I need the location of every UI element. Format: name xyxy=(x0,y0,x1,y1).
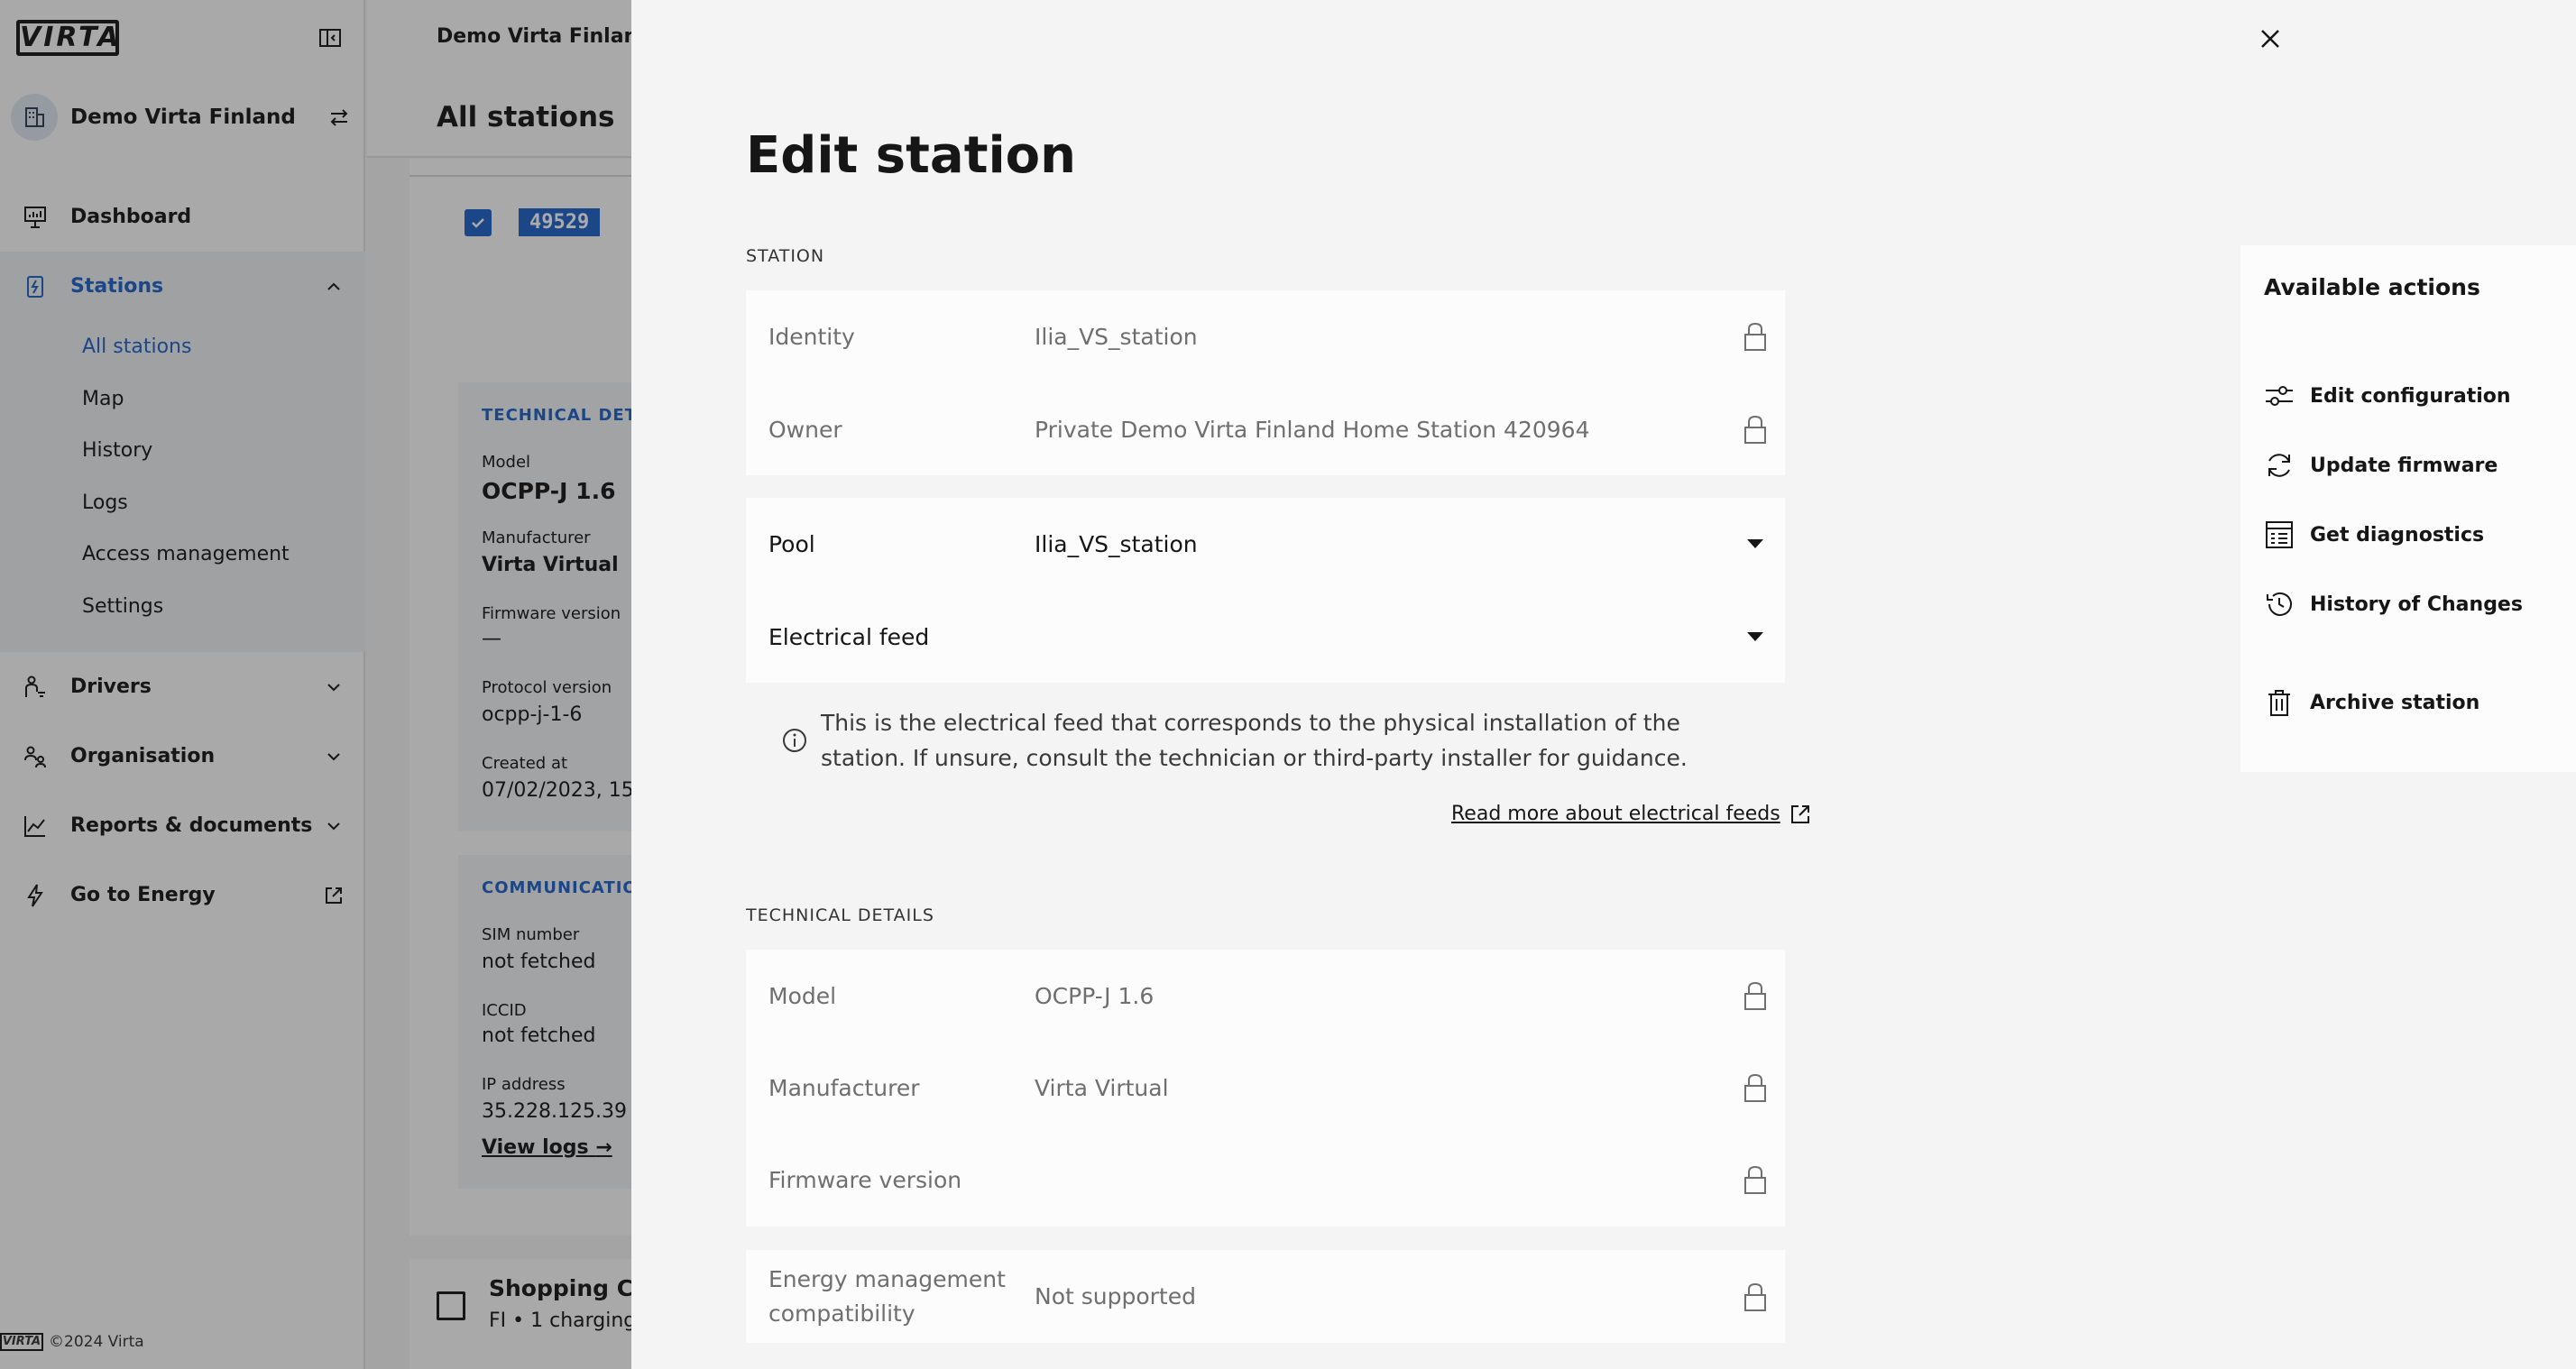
identity-field: Identity Ilia_VS_station xyxy=(746,290,1785,382)
model-field: Model OCPP-J 1.6 xyxy=(746,950,1785,1042)
edit-station-drawer: Edit station STATION Identity Ilia_VS_st… xyxy=(631,0,2576,1369)
available-actions-panel: Available actions Edit configuration Upd… xyxy=(2240,245,2576,772)
edit-configuration-action[interactable]: Edit configuration xyxy=(2264,381,2511,411)
trash-icon xyxy=(2264,687,2295,718)
energy-management-field: Energy management compatibility Not supp… xyxy=(746,1250,1785,1343)
diagnostics-icon xyxy=(2264,519,2295,550)
refresh-icon xyxy=(2264,450,2295,481)
lock-icon xyxy=(1744,981,1766,1010)
station-editable-group: Pool Ilia_VS_station Electrical feed xyxy=(746,498,1785,683)
electrical-feed-select[interactable]: Electrical feed xyxy=(746,591,1785,683)
history-icon xyxy=(2264,589,2295,620)
technical-details-group: Model OCPP-J 1.6 Manufacturer Virta Virt… xyxy=(746,950,1785,1227)
identity-label: Identity xyxy=(768,323,855,350)
pool-select[interactable]: Pool Ilia_VS_station xyxy=(746,498,1785,590)
energy-management-group: Energy management compatibility Not supp… xyxy=(746,1250,1785,1343)
lock-icon xyxy=(1744,322,1766,351)
history-of-changes-action[interactable]: History of Changes xyxy=(2264,589,2523,620)
manufacturer-label: Manufacturer xyxy=(768,1074,920,1101)
update-firmware-action[interactable]: Update firmware xyxy=(2264,450,2498,481)
info-text: This is the electrical feed that corresp… xyxy=(821,710,1688,771)
model-value: OCPP-J 1.6 xyxy=(1035,982,1155,1009)
owner-value: Private Demo Virta Finland Home Station … xyxy=(1035,416,1590,443)
electrical-feed-label: Electrical feed xyxy=(768,623,930,650)
electrical-feed-info: This is the electrical feed that corresp… xyxy=(781,705,1755,776)
lock-icon xyxy=(1744,1282,1766,1311)
energy-management-label: Energy management compatibility xyxy=(768,1265,1006,1327)
read-more-electrical-feeds-link[interactable]: Read more about electrical feeds xyxy=(1451,803,1811,825)
identity-value: Ilia_VS_station xyxy=(1035,323,1198,350)
model-label: Model xyxy=(768,982,837,1009)
lock-icon xyxy=(1744,415,1766,444)
firmware-version-field: Firmware version xyxy=(746,1134,1785,1226)
caret-down-icon xyxy=(1747,632,1763,641)
station-section-label: STATION xyxy=(746,246,825,266)
archive-station-action[interactable]: Archive station xyxy=(2264,687,2479,718)
caret-down-icon xyxy=(1747,539,1763,548)
modal-backdrop[interactable] xyxy=(0,0,631,1369)
manufacturer-value: Virta Virtual xyxy=(1035,1074,1169,1101)
owner-label: Owner xyxy=(768,416,842,443)
external-link-icon xyxy=(1790,804,1809,823)
pool-value: Ilia_VS_station xyxy=(1035,530,1198,557)
pool-label: Pool xyxy=(768,530,815,557)
firmware-version-label: Firmware version xyxy=(768,1166,962,1193)
manufacturer-field: Manufacturer Virta Virtual xyxy=(746,1042,1785,1134)
info-icon xyxy=(783,729,806,752)
drawer-title: Edit station xyxy=(746,126,1076,185)
sliders-icon xyxy=(2264,381,2295,411)
lock-icon xyxy=(1744,1073,1766,1102)
get-diagnostics-action[interactable]: Get diagnostics xyxy=(2264,519,2484,550)
energy-management-value: Not supported xyxy=(1035,1283,1196,1309)
close-icon[interactable] xyxy=(2255,23,2286,54)
lock-icon xyxy=(1744,1165,1766,1194)
station-readonly-group: Identity Ilia_VS_station Owner Private D… xyxy=(746,290,1785,475)
owner-field: Owner Private Demo Virta Finland Home St… xyxy=(746,383,1785,475)
actions-title: Available actions xyxy=(2264,274,2480,300)
technical-details-section-label: TECHNICAL DETAILS xyxy=(746,905,934,925)
